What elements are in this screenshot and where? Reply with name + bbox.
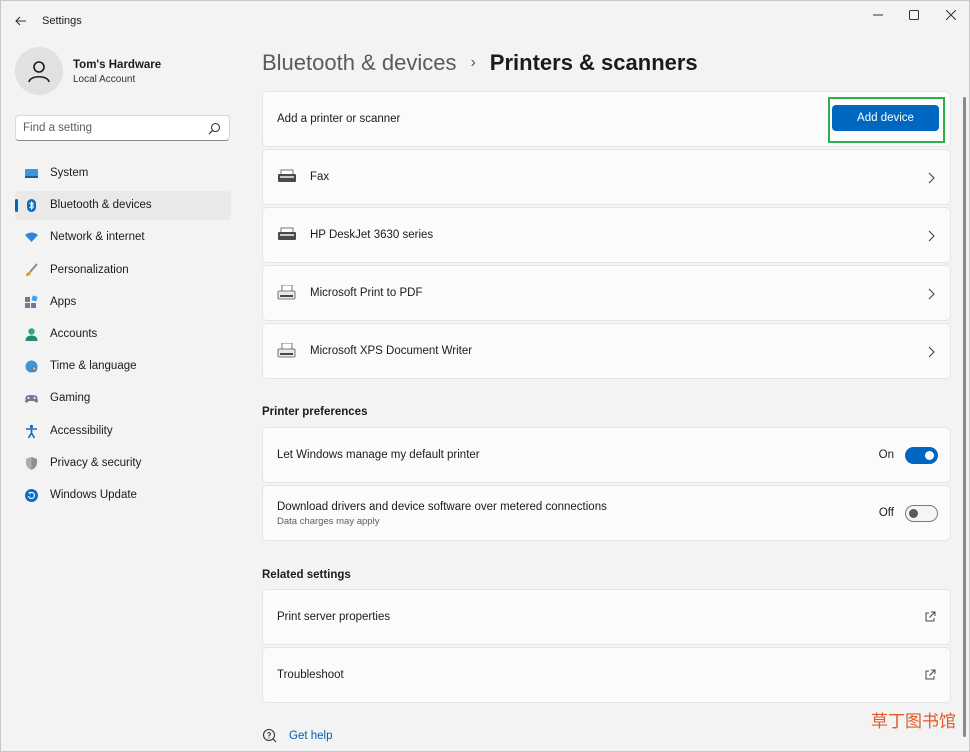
search-box[interactable] xyxy=(15,115,230,141)
gamepad-icon xyxy=(25,395,38,403)
sidebar-item-apps[interactable]: Apps xyxy=(15,288,231,317)
sidebar-item-label: Network & internet xyxy=(50,231,145,244)
sidebar-item-windows-update[interactable]: Windows Update xyxy=(15,481,231,510)
setting-label: Download drivers and device software ove… xyxy=(277,501,607,513)
minimize-button[interactable] xyxy=(863,5,893,25)
sidebar-item-label: Personalization xyxy=(50,263,129,276)
sidebar-item-personalization[interactable]: Personalization xyxy=(15,256,231,285)
default-printer-toggle[interactable] xyxy=(905,447,938,464)
search-input[interactable] xyxy=(23,120,203,136)
setting-sublabel: Data charges may apply xyxy=(277,516,380,527)
chevron-right-icon xyxy=(928,346,935,358)
add-printer-label: Add a printer or scanner xyxy=(277,113,401,125)
sidebar-item-label: Apps xyxy=(50,295,77,308)
sidebar-item-gaming[interactable]: Gaming xyxy=(15,384,231,413)
minimize-icon xyxy=(873,14,883,16)
printer-name: Microsoft XPS Document Writer xyxy=(310,345,473,357)
chevron-right-icon xyxy=(928,230,935,242)
setting-label: Troubleshoot xyxy=(277,669,344,681)
profile-account-type: Local Account xyxy=(73,74,136,85)
printer-icon xyxy=(278,227,296,240)
user-icon xyxy=(28,61,50,83)
sidebar-item-network-internet[interactable]: Network & internet xyxy=(15,223,231,252)
get-help-link[interactable]: Get help xyxy=(289,730,332,742)
add-printer-card: Add a printer or scanner Add device xyxy=(262,91,951,147)
sidebar-item-bluetooth-devices[interactable]: Bluetooth & devices xyxy=(15,191,231,221)
wifi-icon xyxy=(25,232,38,243)
printer-name: Fax xyxy=(310,171,330,183)
printer-item-print-to-pdf[interactable]: Microsoft Print to PDF xyxy=(262,265,951,321)
printer-name: Microsoft Print to PDF xyxy=(310,287,423,299)
watermark: 草丁图书馆 xyxy=(871,712,956,732)
close-button[interactable] xyxy=(936,5,966,25)
printer-preferences-heading: Printer preferences xyxy=(262,406,368,418)
accessibility-icon xyxy=(26,424,37,438)
external-link-icon xyxy=(925,669,936,680)
breadcrumb: Bluetooth & devices › Printers & scanner… xyxy=(262,47,698,79)
shield-icon xyxy=(26,456,37,470)
sidebar-item-label: Privacy & security xyxy=(50,456,142,469)
breadcrumb-parent[interactable]: Bluetooth & devices xyxy=(262,50,456,76)
sidebar-item-label: Gaming xyxy=(50,392,91,405)
toggle-state-label: On xyxy=(878,449,894,461)
avatar xyxy=(15,47,63,95)
close-icon xyxy=(946,10,956,20)
sidebar-item-accessibility[interactable]: Accessibility xyxy=(15,417,231,446)
printer-pdf-icon xyxy=(277,285,296,300)
title-bar: Settings xyxy=(1,1,969,41)
sidebar-item-label: Time & language xyxy=(50,360,137,373)
setting-label: Let Windows manage my default printer xyxy=(277,449,480,461)
sidebar-item-label: Accessibility xyxy=(50,424,113,437)
maximize-button[interactable] xyxy=(899,5,929,25)
default-printer-setting: Let Windows manage my default printer On xyxy=(262,427,951,483)
troubleshoot-link[interactable]: Troubleshoot xyxy=(262,647,951,703)
breadcrumb-separator: › xyxy=(470,54,476,71)
back-button[interactable] xyxy=(11,11,31,31)
profile-name: Tom's Hardware xyxy=(73,59,162,71)
accounts-icon xyxy=(25,328,38,341)
page-title: Printers & scanners xyxy=(489,50,698,75)
metered-download-setting: Download drivers and device software ove… xyxy=(262,485,951,541)
user-profile[interactable]: Tom's Hardware Local Account xyxy=(15,47,235,97)
maximize-icon xyxy=(909,10,919,20)
get-help[interactable]: Get help xyxy=(262,728,332,744)
scrollbar[interactable] xyxy=(963,97,966,737)
add-device-button[interactable]: Add device xyxy=(832,105,939,131)
globe-icon xyxy=(25,360,38,373)
apps-icon xyxy=(25,295,38,308)
sidebar-item-system[interactable]: System xyxy=(15,159,231,188)
toggle-state-label: Off xyxy=(878,507,894,519)
printer-item-xps-writer[interactable]: Microsoft XPS Document Writer xyxy=(262,323,951,379)
printer-item-fax[interactable]: Fax xyxy=(262,149,951,205)
sidebar-item-time-language[interactable]: Time & language xyxy=(15,352,231,381)
sidebar-item-privacy-security[interactable]: Privacy & security xyxy=(15,449,231,478)
toggle-knob xyxy=(925,451,934,460)
system-icon xyxy=(25,169,38,178)
sidebar-item-accounts[interactable]: Accounts xyxy=(15,320,231,349)
print-server-properties-link[interactable]: Print server properties xyxy=(262,589,951,645)
printer-icon xyxy=(278,169,296,182)
toggle-knob xyxy=(909,509,918,518)
sidebar-item-label: Bluetooth & devices xyxy=(50,199,152,212)
related-settings-heading: Related settings xyxy=(262,569,351,581)
metered-download-toggle[interactable] xyxy=(905,505,938,522)
app-title: Settings xyxy=(42,15,82,27)
chevron-right-icon xyxy=(928,288,935,300)
setting-label: Print server properties xyxy=(277,611,391,623)
sidebar-item-label: Windows Update xyxy=(50,488,137,501)
chevron-right-icon xyxy=(928,172,935,184)
search-icon[interactable] xyxy=(208,122,221,135)
sidebar-item-label: Accounts xyxy=(50,327,98,340)
external-link-icon xyxy=(925,611,936,622)
printer-name: HP DeskJet 3630 series xyxy=(310,229,434,241)
printer-xps-icon xyxy=(277,343,296,358)
sidebar-nav: System Bluetooth & devices Network & int… xyxy=(15,159,231,513)
update-icon xyxy=(25,488,38,502)
help-chat-icon xyxy=(262,728,277,743)
sidebar-item-label: System xyxy=(50,167,89,179)
printer-item-hp-deskjet[interactable]: HP DeskJet 3630 series xyxy=(262,207,951,263)
arrow-left-icon xyxy=(15,16,26,26)
brush-icon xyxy=(26,262,38,276)
bluetooth-icon xyxy=(27,199,36,213)
